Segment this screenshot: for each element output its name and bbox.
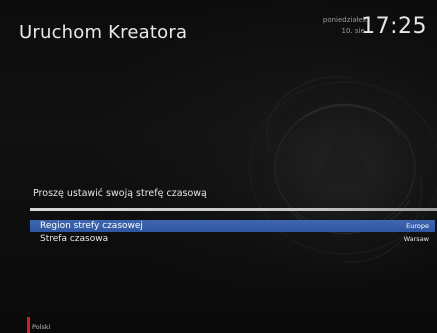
prompt-divider [30, 208, 437, 211]
timezone-region-label: Region strefy czasowej [40, 221, 143, 231]
clock-time: 17:25 [361, 14, 427, 39]
timezone-zone-label: Strefa czasowa [40, 234, 109, 244]
language-label[interactable]: Polski [32, 323, 50, 331]
wizard-screen: Uruchom Kreatora poniedziałek 10. sie. 1… [0, 0, 437, 333]
timezone-region-value: Europe [406, 222, 429, 230]
timezone-zone-value: Warsaw [403, 235, 429, 243]
background-swirl-art [249, 76, 437, 263]
timezone-region-row[interactable]: Region strefy czasowej Europe [30, 220, 435, 232]
language-red-marker [27, 317, 30, 333]
page-title: Uruchom Kreatora [19, 22, 188, 43]
timezone-zone-row[interactable]: Strefa czasowa Warsaw [30, 233, 435, 245]
timezone-prompt: Proszę ustawić swoją strefę czasową [33, 188, 207, 199]
